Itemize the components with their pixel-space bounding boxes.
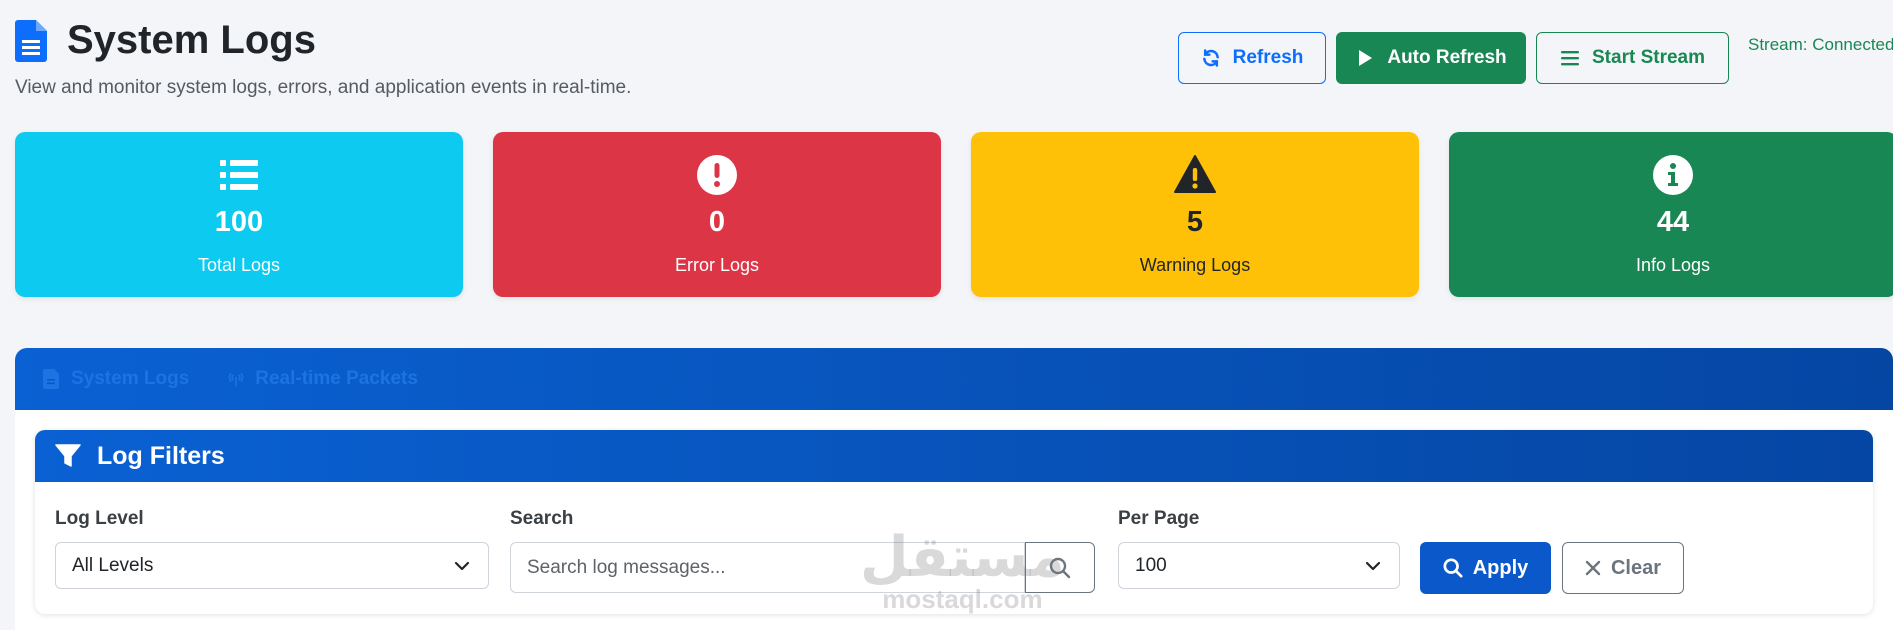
- log-level-value: All Levels: [72, 554, 154, 576]
- clear-label: Clear: [1610, 556, 1662, 579]
- filter-icon: [55, 444, 81, 467]
- apply-label: Apply: [1472, 556, 1529, 579]
- per-page-value: 100: [1135, 554, 1167, 576]
- tab-real-time-packets[interactable]: Real-time Packets: [227, 368, 418, 390]
- warning-triangle-icon: [1174, 155, 1216, 193]
- stat-card-total: 100 Total Logs: [15, 132, 463, 297]
- file-text-icon: [15, 19, 47, 62]
- log-filters-header: Log Filters: [35, 430, 1873, 482]
- clear-button[interactable]: Clear: [1562, 542, 1684, 594]
- refresh-label: Refresh: [1232, 47, 1304, 68]
- search-icon: [1443, 558, 1463, 578]
- per-page-label: Per Page: [1118, 508, 1200, 529]
- page-header: System Logs: [15, 18, 316, 63]
- refresh-button[interactable]: Refresh: [1178, 32, 1326, 84]
- antenna-icon: [228, 372, 244, 387]
- page-title: System Logs: [67, 18, 316, 62]
- list-icon: [220, 160, 258, 190]
- start-stream-label: Start Stream: [1592, 47, 1705, 68]
- stat-label: Warning Logs: [1139, 255, 1251, 275]
- stat-label: Info Logs: [1635, 255, 1711, 275]
- log-level-label: Log Level: [55, 508, 144, 529]
- page: System Logs View and monitor system logs…: [15, 0, 1893, 630]
- log-filters-title: Log Filters: [97, 441, 225, 470]
- log-level-select[interactable]: All Levels: [55, 542, 489, 589]
- info-circle-icon: [1653, 155, 1693, 195]
- search-label: Search: [510, 508, 574, 529]
- tab-system-logs[interactable]: System Logs: [43, 368, 189, 390]
- exclamation-circle-icon: [697, 155, 737, 195]
- tab-label: System Logs: [71, 368, 190, 389]
- auto-refresh-button[interactable]: Auto Refresh: [1336, 32, 1526, 84]
- search-input[interactable]: [510, 542, 1025, 593]
- logs-panel: System Logs Real-time Packets Log Filter…: [15, 348, 1893, 630]
- file-icon: [43, 369, 59, 389]
- stat-value: 44: [1656, 206, 1690, 238]
- search-group: [510, 542, 1095, 593]
- stat-label: Total Logs: [197, 255, 281, 275]
- stats-row: 100 Total Logs 0 Error Logs 5 Warning Lo…: [15, 132, 1893, 297]
- stat-label: Error Logs: [674, 255, 760, 275]
- chevron-down-icon: [1365, 561, 1381, 570]
- apply-button[interactable]: Apply: [1420, 542, 1551, 594]
- auto-refresh-label: Auto Refresh: [1387, 47, 1507, 68]
- stat-card-info: 44 Info Logs: [1449, 132, 1893, 297]
- menu-lines-icon: [1561, 51, 1579, 66]
- search-button[interactable]: [1025, 542, 1095, 593]
- start-stream-button[interactable]: Start Stream: [1536, 32, 1729, 84]
- tab-label: Real-time Packets: [255, 368, 418, 389]
- header-actions: Refresh Auto Refresh Start Stream: [1178, 32, 1729, 84]
- stream-status: Stream: Connected: [1748, 35, 1893, 54]
- play-icon: [1359, 50, 1373, 66]
- stat-card-error: 0 Error Logs: [493, 132, 941, 297]
- refresh-icon: [1202, 49, 1219, 67]
- search-icon: [1049, 557, 1071, 578]
- tab-bar: System Logs Real-time Packets: [15, 348, 1893, 410]
- page-subtitle: View and monitor system logs, errors, an…: [15, 77, 632, 98]
- per-page-select[interactable]: 100: [1118, 542, 1400, 589]
- stat-value: 100: [214, 206, 264, 238]
- stat-card-warning: 5 Warning Logs: [971, 132, 1419, 297]
- close-icon: [1585, 560, 1601, 576]
- stat-value: 5: [1186, 206, 1204, 238]
- stat-value: 0: [708, 206, 726, 238]
- log-filters-card: Log Filters Log Level All Levels Search …: [35, 430, 1873, 614]
- chevron-down-icon: [454, 561, 470, 570]
